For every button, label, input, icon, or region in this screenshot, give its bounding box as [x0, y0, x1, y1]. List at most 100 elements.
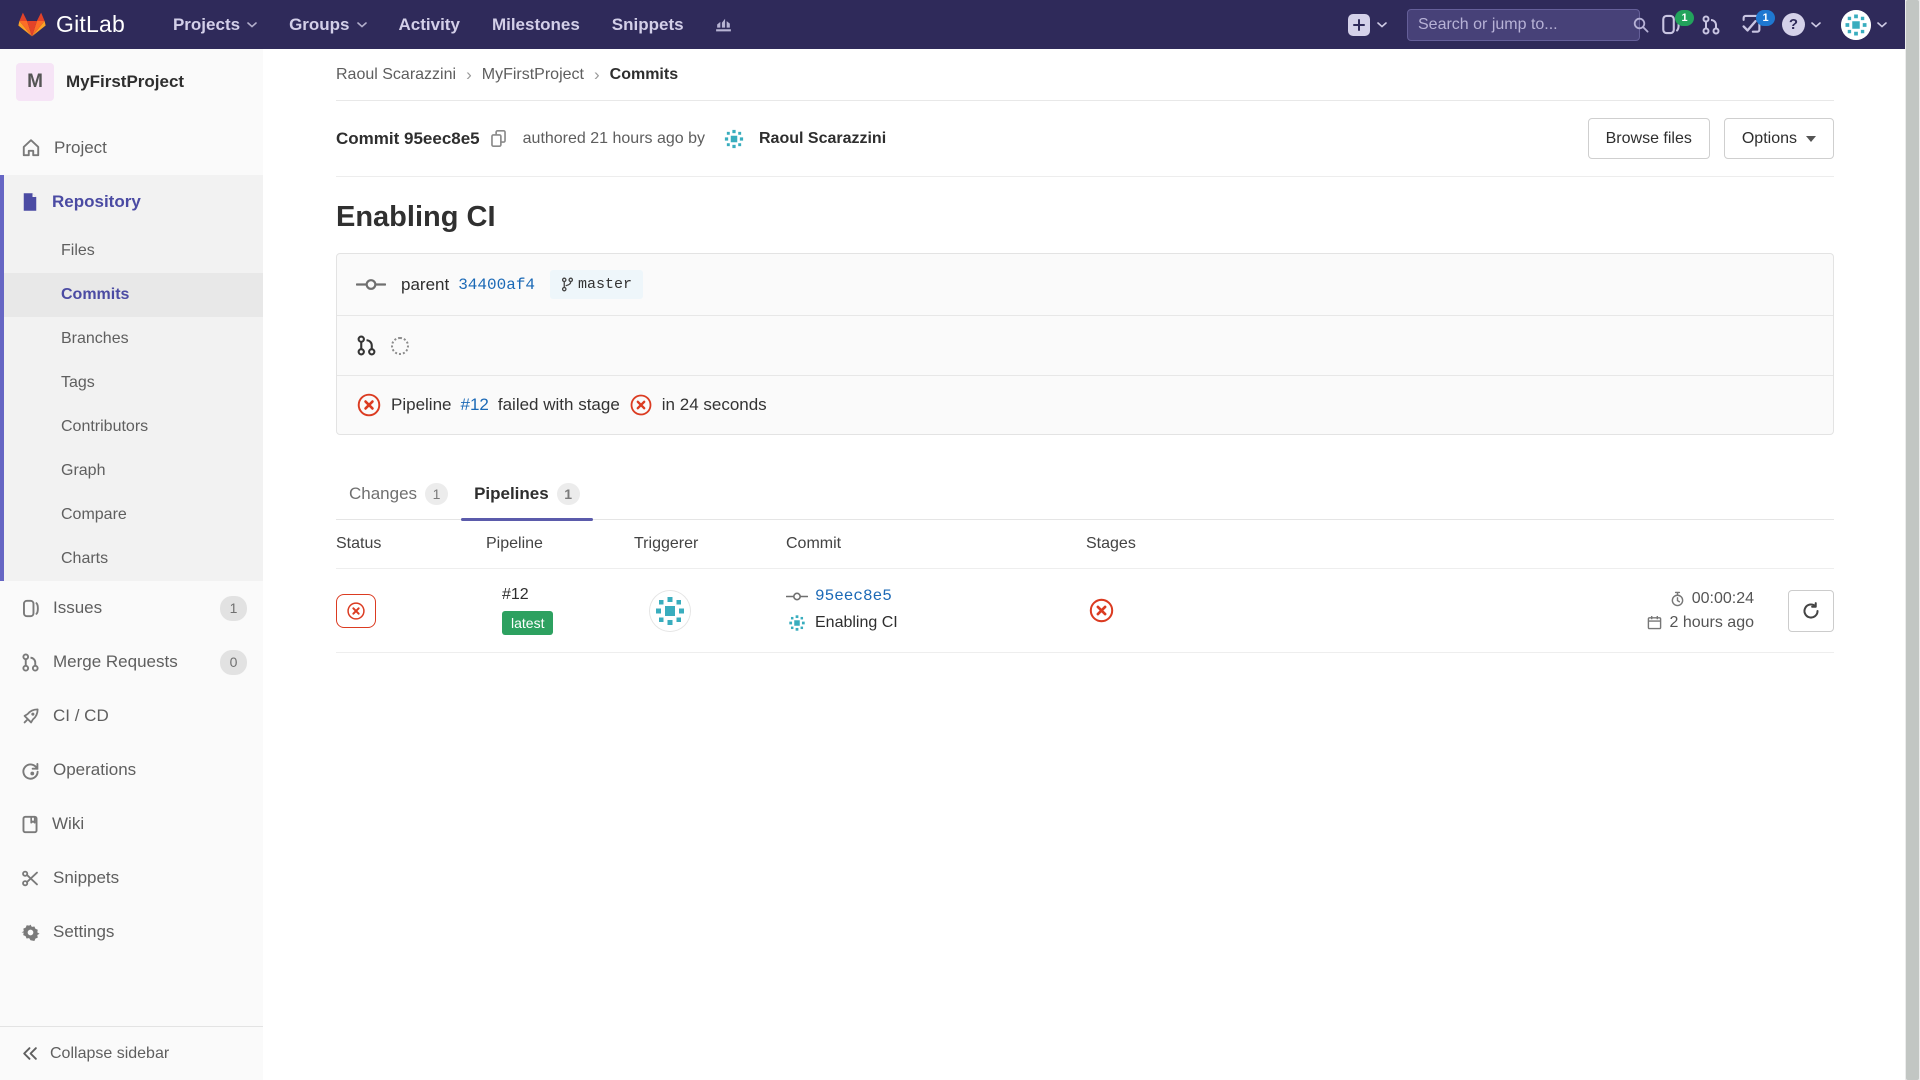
pipeline-link[interactable]: #12: [461, 395, 489, 415]
sidebar-item-label: Settings: [53, 922, 114, 942]
breadcrumb-separator: ›: [594, 65, 600, 85]
issues-shortcut-button[interactable]: 1: [1660, 14, 1681, 35]
user-avatar: [1841, 10, 1871, 40]
column-header-status: Status: [336, 520, 486, 568]
tab-count-badge: 1: [557, 483, 580, 505]
sidebar-item-repository[interactable]: Repository: [4, 175, 263, 229]
pipeline-status-text-3: in 24 seconds: [662, 395, 767, 415]
nav-snippets-label: Snippets: [612, 15, 684, 35]
sidebar-item-graph[interactable]: Graph: [4, 449, 263, 493]
pipeline-status-row: Pipeline #12 failed with stage in 24 sec…: [337, 376, 1833, 434]
sidebar-item-files[interactable]: Files: [4, 229, 263, 273]
parent-label: parent: [401, 275, 449, 295]
search-icon[interactable]: [1633, 17, 1649, 33]
project-context-header[interactable]: M MyFirstProject: [0, 49, 263, 121]
pipeline-failed-icon: [356, 392, 382, 418]
nav-projects-label: Projects: [173, 15, 240, 35]
pipelines-table-header: Status Pipeline Triggerer Commit Stages: [336, 520, 1834, 569]
sidebar-item-issues[interactable]: Issues 1: [0, 581, 263, 635]
breadcrumb-project[interactable]: MyFirstProject: [482, 66, 584, 84]
branch-ref-pill[interactable]: master: [550, 270, 643, 299]
breadcrumb-user[interactable]: Raoul Scarazzini: [336, 66, 456, 84]
sidebar-item-settings[interactable]: Settings: [0, 905, 263, 959]
sidebar-section-repository: Repository Files Commits Branches Tags C…: [0, 175, 263, 581]
commit-header: Commit 95eec8e5 authored 21 hours ago by…: [336, 101, 1834, 177]
sub-item-label: Commits: [61, 286, 129, 304]
authored-text: authored 21 hours ago by: [523, 130, 705, 148]
chevron-down-icon: [1811, 22, 1821, 28]
sidebar-item-contributors[interactable]: Contributors: [4, 405, 263, 449]
scrollbar-thumb[interactable]: [1906, 0, 1919, 1080]
sidebar-item-project[interactable]: Project: [0, 121, 263, 175]
sidebar-item-wiki[interactable]: Wiki: [0, 797, 263, 851]
sidebar-item-tags[interactable]: Tags: [4, 361, 263, 405]
sidebar-item-snippets[interactable]: Snippets: [0, 851, 263, 905]
triggerer-avatar[interactable]: [650, 591, 690, 631]
cell-commit: 95eec8e5 Enabling CI: [786, 587, 1086, 634]
page-scrollbar[interactable]: [1905, 0, 1920, 1080]
tab-pipelines[interactable]: Pipelines 1: [461, 471, 593, 519]
sidebar-item-label: CI / CD: [53, 706, 109, 726]
rocket-icon: [21, 707, 40, 726]
sidebar-item-compare[interactable]: Compare: [4, 493, 263, 537]
nav-snippets[interactable]: Snippets: [600, 7, 696, 43]
todos-shortcut-button[interactable]: 1: [1741, 14, 1762, 35]
instance-statistics-icon[interactable]: [704, 7, 743, 42]
gear-icon: [21, 923, 40, 942]
main-content: Raoul Scarazzini › MyFirstProject › Comm…: [263, 49, 1905, 1080]
collapse-sidebar-button[interactable]: Collapse sidebar: [0, 1026, 263, 1080]
project-avatar: M: [16, 63, 54, 101]
parent-sha-link[interactable]: 34400af4: [458, 276, 535, 294]
copy-sha-button[interactable]: [490, 129, 507, 148]
pipeline-status-failed-button[interactable]: [336, 594, 376, 628]
commit-sha-link[interactable]: 95eec8e5: [815, 587, 892, 605]
nav-activity[interactable]: Activity: [387, 7, 472, 43]
top-navbar: GitLab Projects Groups Activity Mileston…: [0, 0, 1905, 49]
sidebar-item-branches[interactable]: Branches: [4, 317, 263, 361]
pipeline-id-link[interactable]: #12: [502, 586, 529, 604]
chevron-down-icon: [1377, 22, 1387, 28]
browse-files-button[interactable]: Browse files: [1588, 118, 1710, 159]
issues-count-badge: 1: [1675, 10, 1694, 26]
gitlab-logo-text: GitLab: [56, 11, 125, 38]
issues-count-badge: 1: [220, 596, 247, 621]
plus-icon: [1348, 14, 1370, 36]
nav-milestones[interactable]: Milestones: [480, 7, 592, 43]
options-button[interactable]: Options: [1724, 118, 1834, 159]
sidebar-item-commits[interactable]: Commits: [4, 273, 263, 317]
breadcrumb: Raoul Scarazzini › MyFirstProject › Comm…: [336, 49, 1834, 101]
commit-icon: [356, 276, 386, 293]
nav-groups-label: Groups: [289, 15, 349, 35]
help-menu-button[interactable]: ?: [1782, 13, 1821, 36]
tab-changes[interactable]: Changes 1: [336, 471, 461, 519]
nav-groups[interactable]: Groups: [277, 7, 378, 43]
tab-count-badge: 1: [425, 483, 448, 505]
author-avatar[interactable]: [721, 126, 747, 152]
commit-parent-row: parent 34400af4 master: [337, 254, 1833, 316]
project-name: MyFirstProject: [66, 72, 184, 92]
sub-item-label: Files: [61, 242, 95, 260]
stage-failed-icon[interactable]: [1088, 597, 1115, 624]
breadcrumb-commits[interactable]: Commits: [610, 66, 678, 84]
merge-requests-shortcut-button[interactable]: [1701, 15, 1721, 35]
global-search[interactable]: [1407, 9, 1640, 41]
sidebar-item-operations[interactable]: Operations: [0, 743, 263, 797]
gitlab-logo[interactable]: GitLab: [18, 11, 125, 38]
merge-requests-count-badge: 0: [220, 650, 247, 675]
sidebar-item-label: Snippets: [53, 868, 119, 888]
new-menu-button[interactable]: [1348, 14, 1387, 36]
user-menu-button[interactable]: [1841, 10, 1887, 40]
retry-pipeline-button[interactable]: [1788, 590, 1834, 632]
sidebar-item-ci-cd[interactable]: CI / CD: [0, 689, 263, 743]
commit-message-link[interactable]: Enabling CI: [815, 614, 898, 632]
help-icon: ?: [1782, 13, 1805, 36]
sidebar-item-charts[interactable]: Charts: [4, 537, 263, 581]
pipeline-status-text-2: failed with stage: [498, 395, 620, 415]
commit-tabs: Changes 1 Pipelines 1: [336, 471, 1834, 520]
search-input[interactable]: [1418, 16, 1625, 34]
commit-sha-label: Commit 95eec8e5: [336, 129, 480, 149]
author-name[interactable]: Raoul Scarazzini: [759, 130, 886, 148]
nav-projects[interactable]: Projects: [161, 7, 269, 43]
commit-icon: [786, 590, 808, 603]
sidebar-item-merge-requests[interactable]: Merge Requests 0: [0, 635, 263, 689]
